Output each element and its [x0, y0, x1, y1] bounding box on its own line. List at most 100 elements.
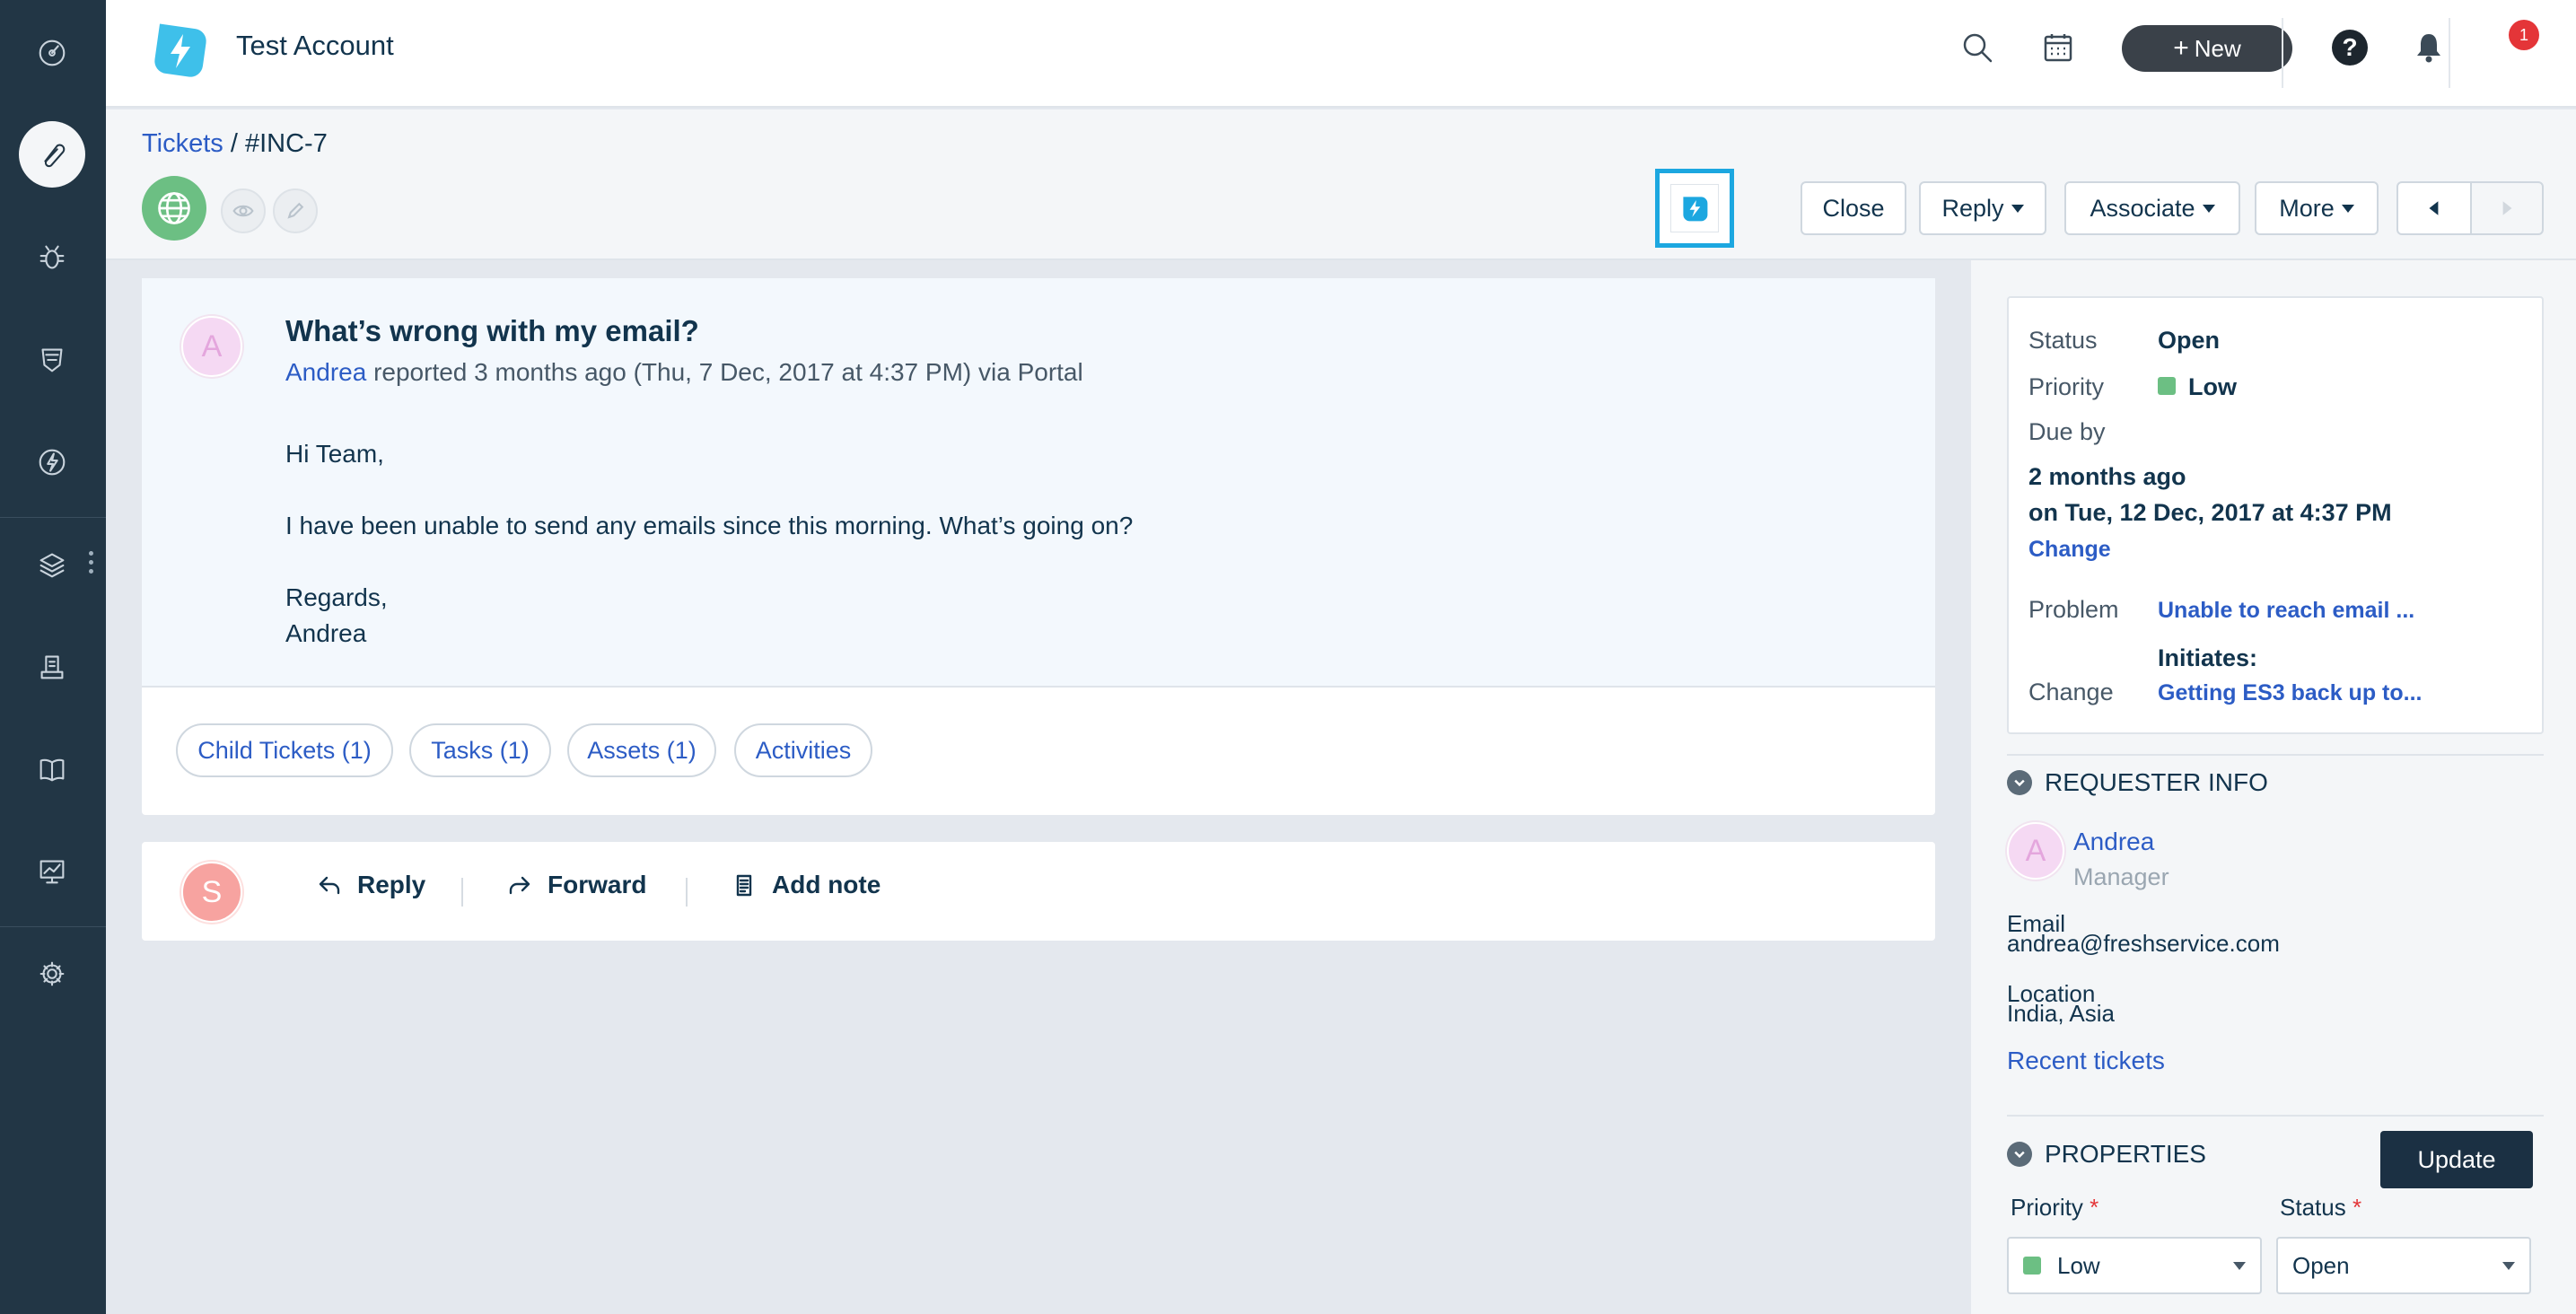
tab-activities[interactable]: Activities — [734, 723, 872, 777]
requester-link[interactable]: Andrea — [285, 358, 366, 386]
reply-button[interactable]: Reply — [316, 871, 425, 899]
change-label: Change — [2028, 679, 2114, 705]
properties-toggle[interactable]: PROPERTIES — [2007, 1140, 2206, 1169]
requester-avatar: A — [181, 316, 242, 377]
tab-assets[interactable]: Assets (1) — [567, 723, 716, 777]
header-divider — [2449, 18, 2450, 88]
body-greeting: Hi Team, — [285, 440, 384, 468]
status-field-label-text: Status — [2280, 1194, 2346, 1221]
more-dropdown-button[interactable]: More — [2255, 181, 2379, 235]
settings-gear-icon[interactable] — [19, 941, 85, 1007]
add-note-button[interactable]: Add note — [731, 871, 881, 899]
ticket-meta: Andrea reported 3 months ago (Thu, 7 Dec… — [285, 358, 1083, 387]
problems-bug-icon[interactable] — [19, 224, 85, 291]
reports-chart-icon[interactable] — [19, 838, 85, 905]
associate-label: Associate — [2090, 194, 2195, 222]
new-button[interactable]: + New — [2122, 25, 2292, 72]
notifications-bell-icon[interactable] — [2411, 29, 2450, 68]
reply-action-bar: S Reply Forward Add note — [142, 842, 1935, 941]
reply-dropdown-button[interactable]: Reply — [1919, 181, 2046, 235]
update-button[interactable]: Update — [2380, 1131, 2533, 1188]
left-sidebar — [0, 0, 106, 1314]
chevron-down-icon — [2502, 1262, 2515, 1270]
agent-avatar: S — [181, 862, 242, 923]
requester-info-heading: REQUESTER INFO — [2045, 768, 2268, 796]
reply-label: Reply — [357, 871, 426, 898]
breadcrumb-tickets-link[interactable]: Tickets — [142, 129, 223, 158]
requester-name-link[interactable]: Andrea — [2073, 828, 2154, 856]
priority-low-dot-icon — [2023, 1257, 2041, 1275]
search-icon[interactable] — [1957, 27, 1998, 68]
forward-label: Forward — [548, 871, 647, 898]
close-ticket-button[interactable]: Close — [1801, 181, 1906, 235]
watch-eye-icon[interactable] — [221, 188, 266, 233]
email-value: andrea@freshservice.com — [2007, 930, 2280, 957]
recent-tickets-link[interactable]: Recent tickets — [2007, 1047, 2165, 1075]
help-icon[interactable]: ? — [2332, 30, 2368, 66]
tab-tasks[interactable]: Tasks (1) — [409, 723, 551, 777]
tab-child-tickets[interactable]: Child Tickets (1) — [176, 723, 393, 777]
contracts-icon[interactable] — [19, 634, 85, 700]
chevron-down-icon — [2233, 1262, 2246, 1270]
status-value: Open — [2158, 327, 2221, 354]
forward-button[interactable]: Forward — [506, 871, 646, 899]
more-options-icon[interactable] — [88, 551, 95, 578]
priority-select[interactable]: Low — [2007, 1237, 2262, 1294]
change-link[interactable]: Getting ES3 back up to... — [2158, 680, 2422, 706]
status-select[interactable]: Open — [2276, 1237, 2531, 1294]
header-divider — [2282, 18, 2283, 88]
portal-globe-icon — [142, 176, 206, 241]
calendar-icon[interactable] — [2037, 27, 2079, 68]
reply-arrow-icon — [319, 876, 340, 895]
ticket-details-panel: Status Open Priority Low Due by 2 months… — [1971, 260, 2576, 1314]
priority-value: Low — [2188, 373, 2237, 400]
add-note-label: Add note — [772, 871, 881, 898]
status-field-label: Status * — [2280, 1194, 2361, 1222]
required-marker: * — [2090, 1194, 2099, 1221]
body-signoff: Regards, — [285, 583, 388, 611]
ticket-summary-box: Status Open Priority Low Due by 2 months… — [2007, 296, 2544, 734]
plus-icon: + — [2173, 33, 2189, 63]
changes-shield-icon[interactable] — [19, 327, 85, 393]
change-due-link[interactable]: Change — [2028, 537, 2111, 563]
ticket-description: A What’s wrong with my email? Andrea rep… — [142, 278, 1935, 688]
due-by-label: Due by — [2028, 418, 2106, 445]
previous-ticket-button[interactable] — [2396, 181, 2472, 235]
next-ticket-button[interactable] — [2470, 181, 2544, 235]
status-label: Status — [2028, 327, 2098, 354]
requester-role: Manager — [2073, 863, 2169, 890]
chevron-down-icon — [2202, 204, 2215, 213]
solutions-book-icon[interactable] — [19, 736, 85, 802]
ticket-subheader: Tickets / #INC-7 Close Reply Associate M… — [106, 110, 2576, 260]
nav-divider — [0, 517, 106, 518]
freshservice-logo-icon[interactable] — [149, 20, 212, 83]
breadcrumb-separator: / — [230, 129, 238, 158]
chevron-down-icon — [2341, 204, 2354, 213]
nav-divider — [0, 926, 106, 927]
priority-label: Priority — [2028, 373, 2105, 400]
properties-heading: PROPERTIES — [2045, 1140, 2206, 1168]
requester-info-toggle[interactable]: REQUESTER INFO — [2007, 768, 2268, 797]
status-select-value: Open — [2292, 1251, 2350, 1279]
more-label: More — [2279, 194, 2335, 222]
ticket-subject: What’s wrong with my email? — [285, 314, 699, 347]
top-header: Test Account + New ? 1 S — [106, 0, 2576, 108]
associate-dropdown-button[interactable]: Associate — [2064, 181, 2240, 235]
dashboard-icon[interactable] — [19, 20, 85, 86]
section-divider — [2007, 754, 2544, 756]
forward-arrow-icon — [509, 876, 530, 895]
assets-layers-icon[interactable] — [19, 531, 85, 598]
edit-pencil-icon[interactable] — [273, 188, 318, 233]
chevron-down-icon — [2011, 204, 2024, 213]
priority-field-label-text: Priority — [2011, 1194, 2083, 1221]
ticket-conversation-card: A What’s wrong with my email? Andrea rep… — [142, 278, 1935, 815]
releases-bolt-icon[interactable] — [19, 429, 85, 495]
problem-link[interactable]: Unable to reach email ... — [2158, 598, 2414, 624]
account-title: Test Account — [236, 30, 394, 61]
highlighted-action-button[interactable] — [1655, 169, 1734, 248]
requester-avatar-small: A — [2007, 822, 2064, 880]
required-marker: * — [2352, 1194, 2362, 1221]
tickets-icon[interactable] — [19, 121, 85, 188]
notification-badge: 1 — [2509, 20, 2539, 50]
breadcrumb-current: #INC-7 — [244, 129, 328, 158]
